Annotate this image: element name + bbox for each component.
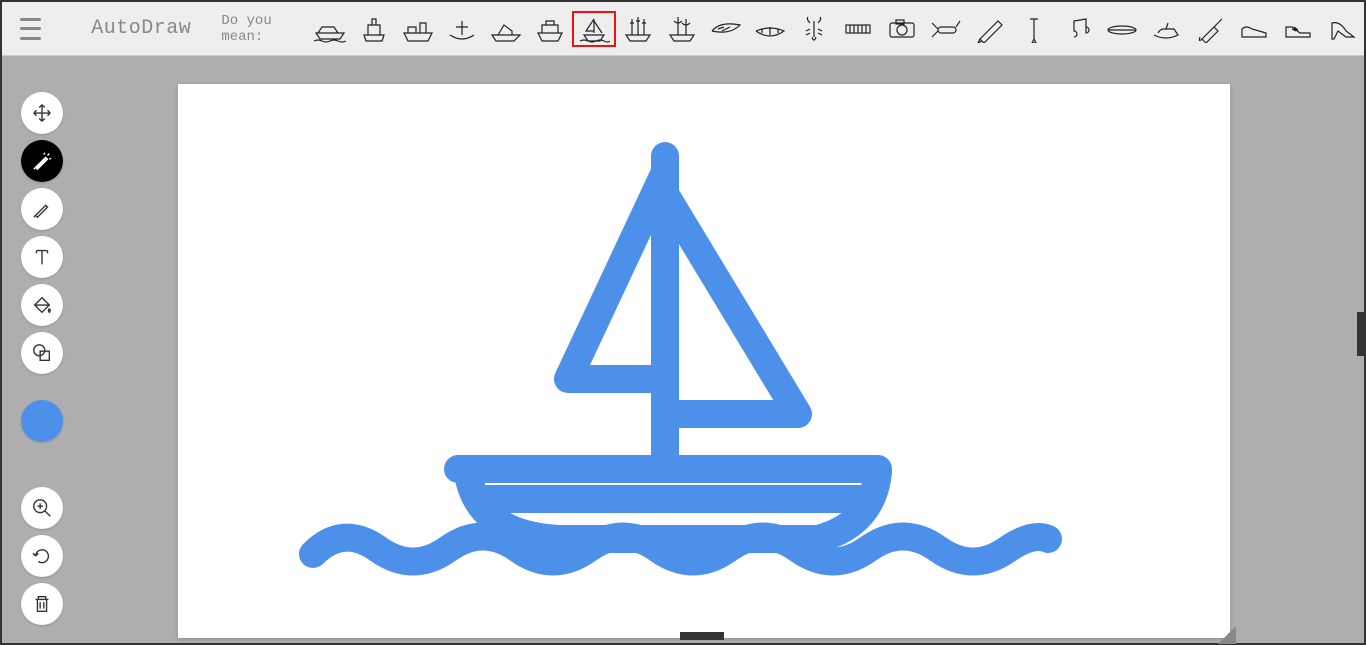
sailboat-drawing bbox=[178, 84, 1230, 638]
suggestion-music-note[interactable] bbox=[1056, 11, 1100, 47]
text-tool[interactable] bbox=[21, 236, 63, 278]
fill-tool[interactable] bbox=[21, 284, 63, 326]
suggestion-swiss-knife[interactable] bbox=[924, 11, 968, 47]
suggestion-ferry[interactable] bbox=[352, 11, 396, 47]
color-picker[interactable] bbox=[21, 400, 63, 442]
suggestion-surfboard[interactable] bbox=[1100, 11, 1144, 47]
app-title: AutoDraw bbox=[91, 17, 191, 40]
suggestion-speedboat[interactable] bbox=[308, 11, 352, 47]
select-tool[interactable] bbox=[21, 92, 63, 134]
suggestion-shoe[interactable] bbox=[1232, 11, 1276, 47]
suggestion-sneaker[interactable] bbox=[1276, 11, 1320, 47]
menu-button[interactable] bbox=[20, 18, 41, 40]
canvas-resize-bottom[interactable] bbox=[680, 632, 724, 640]
canvas[interactable] bbox=[178, 84, 1230, 638]
suggestion-prompt: Do you mean: bbox=[221, 13, 298, 45]
suggestion-rowboat[interactable] bbox=[440, 11, 484, 47]
suggestion-sailboat[interactable] bbox=[572, 11, 616, 47]
suggestion-galleon[interactable] bbox=[616, 11, 660, 47]
undo-button[interactable] bbox=[21, 535, 63, 577]
top-bar: AutoDraw Do you mean: bbox=[2, 2, 1364, 56]
suggestion-nail[interactable] bbox=[1012, 11, 1056, 47]
tool-panel-bottom bbox=[20, 487, 64, 625]
suggestion-camera[interactable] bbox=[880, 11, 924, 47]
suggestion-cargo-ship[interactable] bbox=[396, 11, 440, 47]
suggestion-cruise-ship[interactable] bbox=[528, 11, 572, 47]
suggestion-bar bbox=[308, 11, 1364, 47]
canvas-resize-right[interactable] bbox=[1357, 312, 1365, 356]
suggestion-pencil[interactable] bbox=[968, 11, 1012, 47]
suggestion-lobster[interactable] bbox=[792, 11, 836, 47]
delete-button[interactable] bbox=[21, 583, 63, 625]
suggestion-jetski[interactable] bbox=[1144, 11, 1188, 47]
suggestion-tall-ship[interactable] bbox=[660, 11, 704, 47]
tool-panel bbox=[20, 92, 64, 442]
suggestion-heel[interactable] bbox=[1320, 11, 1364, 47]
suggestion-wing[interactable] bbox=[704, 11, 748, 47]
draw-tool[interactable] bbox=[21, 188, 63, 230]
autodraw-tool[interactable] bbox=[21, 140, 63, 182]
shape-tool[interactable] bbox=[21, 332, 63, 374]
suggestion-harmonica[interactable] bbox=[836, 11, 880, 47]
suggestion-brush[interactable] bbox=[1188, 11, 1232, 47]
canvas-resize-corner[interactable] bbox=[1218, 626, 1236, 644]
suggestion-canoe[interactable] bbox=[748, 11, 792, 47]
suggestion-yacht[interactable] bbox=[484, 11, 528, 47]
zoom-tool[interactable] bbox=[21, 487, 63, 529]
